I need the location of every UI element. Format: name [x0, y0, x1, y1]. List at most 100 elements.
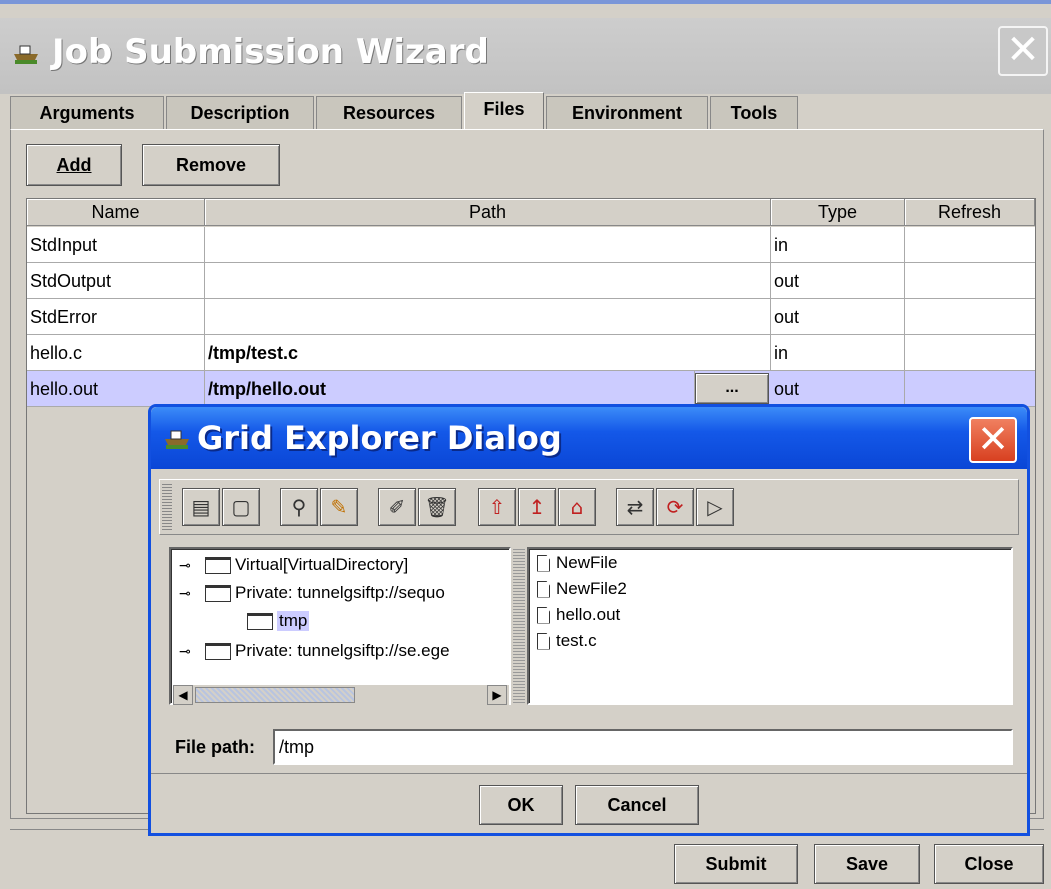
cell-type[interactable]: in	[771, 335, 905, 370]
submit-button-label: Submit	[705, 854, 767, 874]
folder-icon	[205, 556, 231, 574]
properties-icon[interactable]: ▷	[696, 488, 734, 526]
file-list[interactable]: NewFile NewFile2 hello.out test.c	[527, 547, 1013, 705]
dialog-title-bar[interactable]: Grid Explorer Dialog ✕	[151, 407, 1027, 469]
tab-arguments[interactable]: Arguments	[10, 96, 164, 130]
new-file-icon[interactable]: ▤	[182, 488, 220, 526]
cell-path[interactable]	[205, 227, 771, 262]
column-header-type[interactable]: Type	[771, 199, 905, 226]
close-icon[interactable]: ✕	[969, 417, 1017, 463]
list-item[interactable]: NewFile	[537, 553, 617, 573]
close-button[interactable]: Close	[934, 844, 1044, 884]
column-header-refresh[interactable]: Refresh	[905, 199, 1035, 226]
tab-description[interactable]: Description	[166, 96, 314, 130]
cell-refresh[interactable]	[905, 227, 1035, 262]
tab-files[interactable]: Files	[464, 92, 544, 130]
save-button-label: Save	[845, 854, 889, 874]
refresh-icon[interactable]: ⟳	[656, 488, 694, 526]
home-icon[interactable]: ⌂	[558, 488, 596, 526]
save-button[interactable]: Save	[814, 844, 920, 884]
app-icon	[165, 430, 189, 449]
tree-node[interactable]: ⊸ Private: tunnelgsiftp://se.ege	[179, 641, 450, 661]
browse-button[interactable]: ...	[695, 373, 769, 404]
table-row[interactable]: StdError out	[27, 299, 1035, 335]
split-pane-divider[interactable]	[513, 547, 525, 705]
tree-horizontal-scrollbar[interactable]: ◀ ▶	[173, 685, 509, 705]
cell-name[interactable]: hello.c	[27, 335, 205, 370]
directory-tree[interactable]: ⊸ Virtual[VirtualDirectory] ⊸ Private: t…	[169, 547, 511, 705]
remove-button[interactable]: Remove	[142, 144, 280, 186]
tab-environment[interactable]: Environment	[546, 96, 708, 130]
cell-type[interactable]: out	[771, 299, 905, 334]
cell-type[interactable]: out	[771, 371, 905, 406]
column-header-path[interactable]: Path	[205, 199, 771, 226]
list-item[interactable]: hello.out	[537, 605, 620, 625]
cell-refresh[interactable]	[905, 299, 1035, 334]
file-icon	[537, 580, 550, 598]
close-button-label: Close	[964, 854, 1014, 874]
cell-name[interactable]: StdError	[27, 299, 205, 334]
file-icon	[537, 606, 550, 624]
cancel-button[interactable]: Cancel	[575, 785, 699, 825]
cell-refresh[interactable]	[905, 263, 1035, 298]
scroll-right-icon[interactable]: ▶	[487, 685, 507, 705]
cell-path[interactable]	[205, 299, 771, 334]
submit-button[interactable]: Submit	[674, 844, 798, 884]
tree-node-label: Virtual[VirtualDirectory]	[235, 555, 409, 574]
expanded-handle-icon[interactable]: ⊸	[179, 585, 201, 602]
app-icon	[14, 45, 38, 64]
remove-button-label: Remove	[175, 155, 247, 175]
tree-node[interactable]: ⊸ Private: tunnelgsiftp://sequo	[179, 583, 445, 603]
table-row[interactable]: hello.c /tmp/test.c in	[27, 335, 1035, 371]
file-icon	[537, 554, 550, 572]
file-path-label: File path:	[175, 737, 255, 757]
cell-name[interactable]: StdOutput	[27, 263, 205, 298]
cell-path[interactable]: /tmp/hello.out	[205, 371, 695, 406]
list-item[interactable]: NewFile2	[537, 579, 627, 599]
ok-button[interactable]: OK	[479, 785, 563, 825]
parent-folder-icon[interactable]: ↥	[518, 488, 556, 526]
tree-node-label: Private: tunnelgsiftp://sequo	[235, 583, 445, 602]
upload-icon[interactable]: ⇧	[478, 488, 516, 526]
grid-explorer-dialog: Grid Explorer Dialog ✕ ▤ ▢ ⚲ ✎ ✐ 🗑 ⇧ ↥ ⌂…	[148, 404, 1030, 836]
cell-path[interactable]	[205, 263, 771, 298]
cell-name[interactable]: StdInput	[27, 227, 205, 262]
scroll-thumb[interactable]	[195, 687, 355, 703]
cell-refresh[interactable]	[905, 371, 1035, 406]
folder-icon	[205, 642, 231, 660]
add-button[interactable]: Add	[26, 144, 122, 186]
cell-refresh[interactable]	[905, 335, 1035, 370]
tree-node[interactable]: ⊸ Virtual[VirtualDirectory]	[179, 555, 408, 575]
new-folder-icon[interactable]: ▢	[222, 488, 260, 526]
title-bar[interactable]: Job Submission Wizard ✕	[0, 18, 1051, 94]
cell-type[interactable]: out	[771, 263, 905, 298]
file-name: NewFile2	[556, 579, 627, 598]
scroll-left-icon[interactable]: ◀	[173, 685, 193, 705]
folder-icon	[247, 612, 273, 630]
toolbar-grip[interactable]	[162, 482, 172, 532]
file-name: hello.out	[556, 605, 621, 624]
table-row-selected[interactable]: hello.out /tmp/hello.out ... out	[27, 371, 1035, 407]
cell-type[interactable]: in	[771, 227, 905, 262]
cell-path[interactable]: /tmp/test.c	[205, 335, 771, 370]
column-header-name[interactable]: Name	[27, 199, 205, 226]
search-icon[interactable]: ⚲	[280, 488, 318, 526]
cell-name[interactable]: hello.out	[27, 371, 205, 406]
tab-tools[interactable]: Tools	[710, 96, 798, 130]
tree-node-selected[interactable]: tmp	[247, 611, 310, 631]
sync-icon[interactable]: ⇄	[616, 488, 654, 526]
tree-node-label: tmp	[277, 611, 310, 631]
list-item[interactable]: test.c	[537, 631, 597, 651]
file-path-input[interactable]: /tmp	[273, 729, 1013, 765]
file-name: test.c	[556, 631, 597, 650]
table-row[interactable]: StdInput in	[27, 227, 1035, 263]
collapsed-handle-icon[interactable]: ⊸	[179, 643, 201, 660]
delete-icon[interactable]: 🗑	[418, 488, 456, 526]
add-button-label: Add	[56, 155, 92, 175]
collapsed-handle-icon[interactable]: ⊸	[179, 557, 201, 574]
edit-icon[interactable]: ✎	[320, 488, 358, 526]
rename-icon[interactable]: ✐	[378, 488, 416, 526]
table-row[interactable]: StdOutput out	[27, 263, 1035, 299]
tab-resources[interactable]: Resources	[316, 96, 462, 130]
close-icon[interactable]: ✕	[998, 26, 1048, 76]
